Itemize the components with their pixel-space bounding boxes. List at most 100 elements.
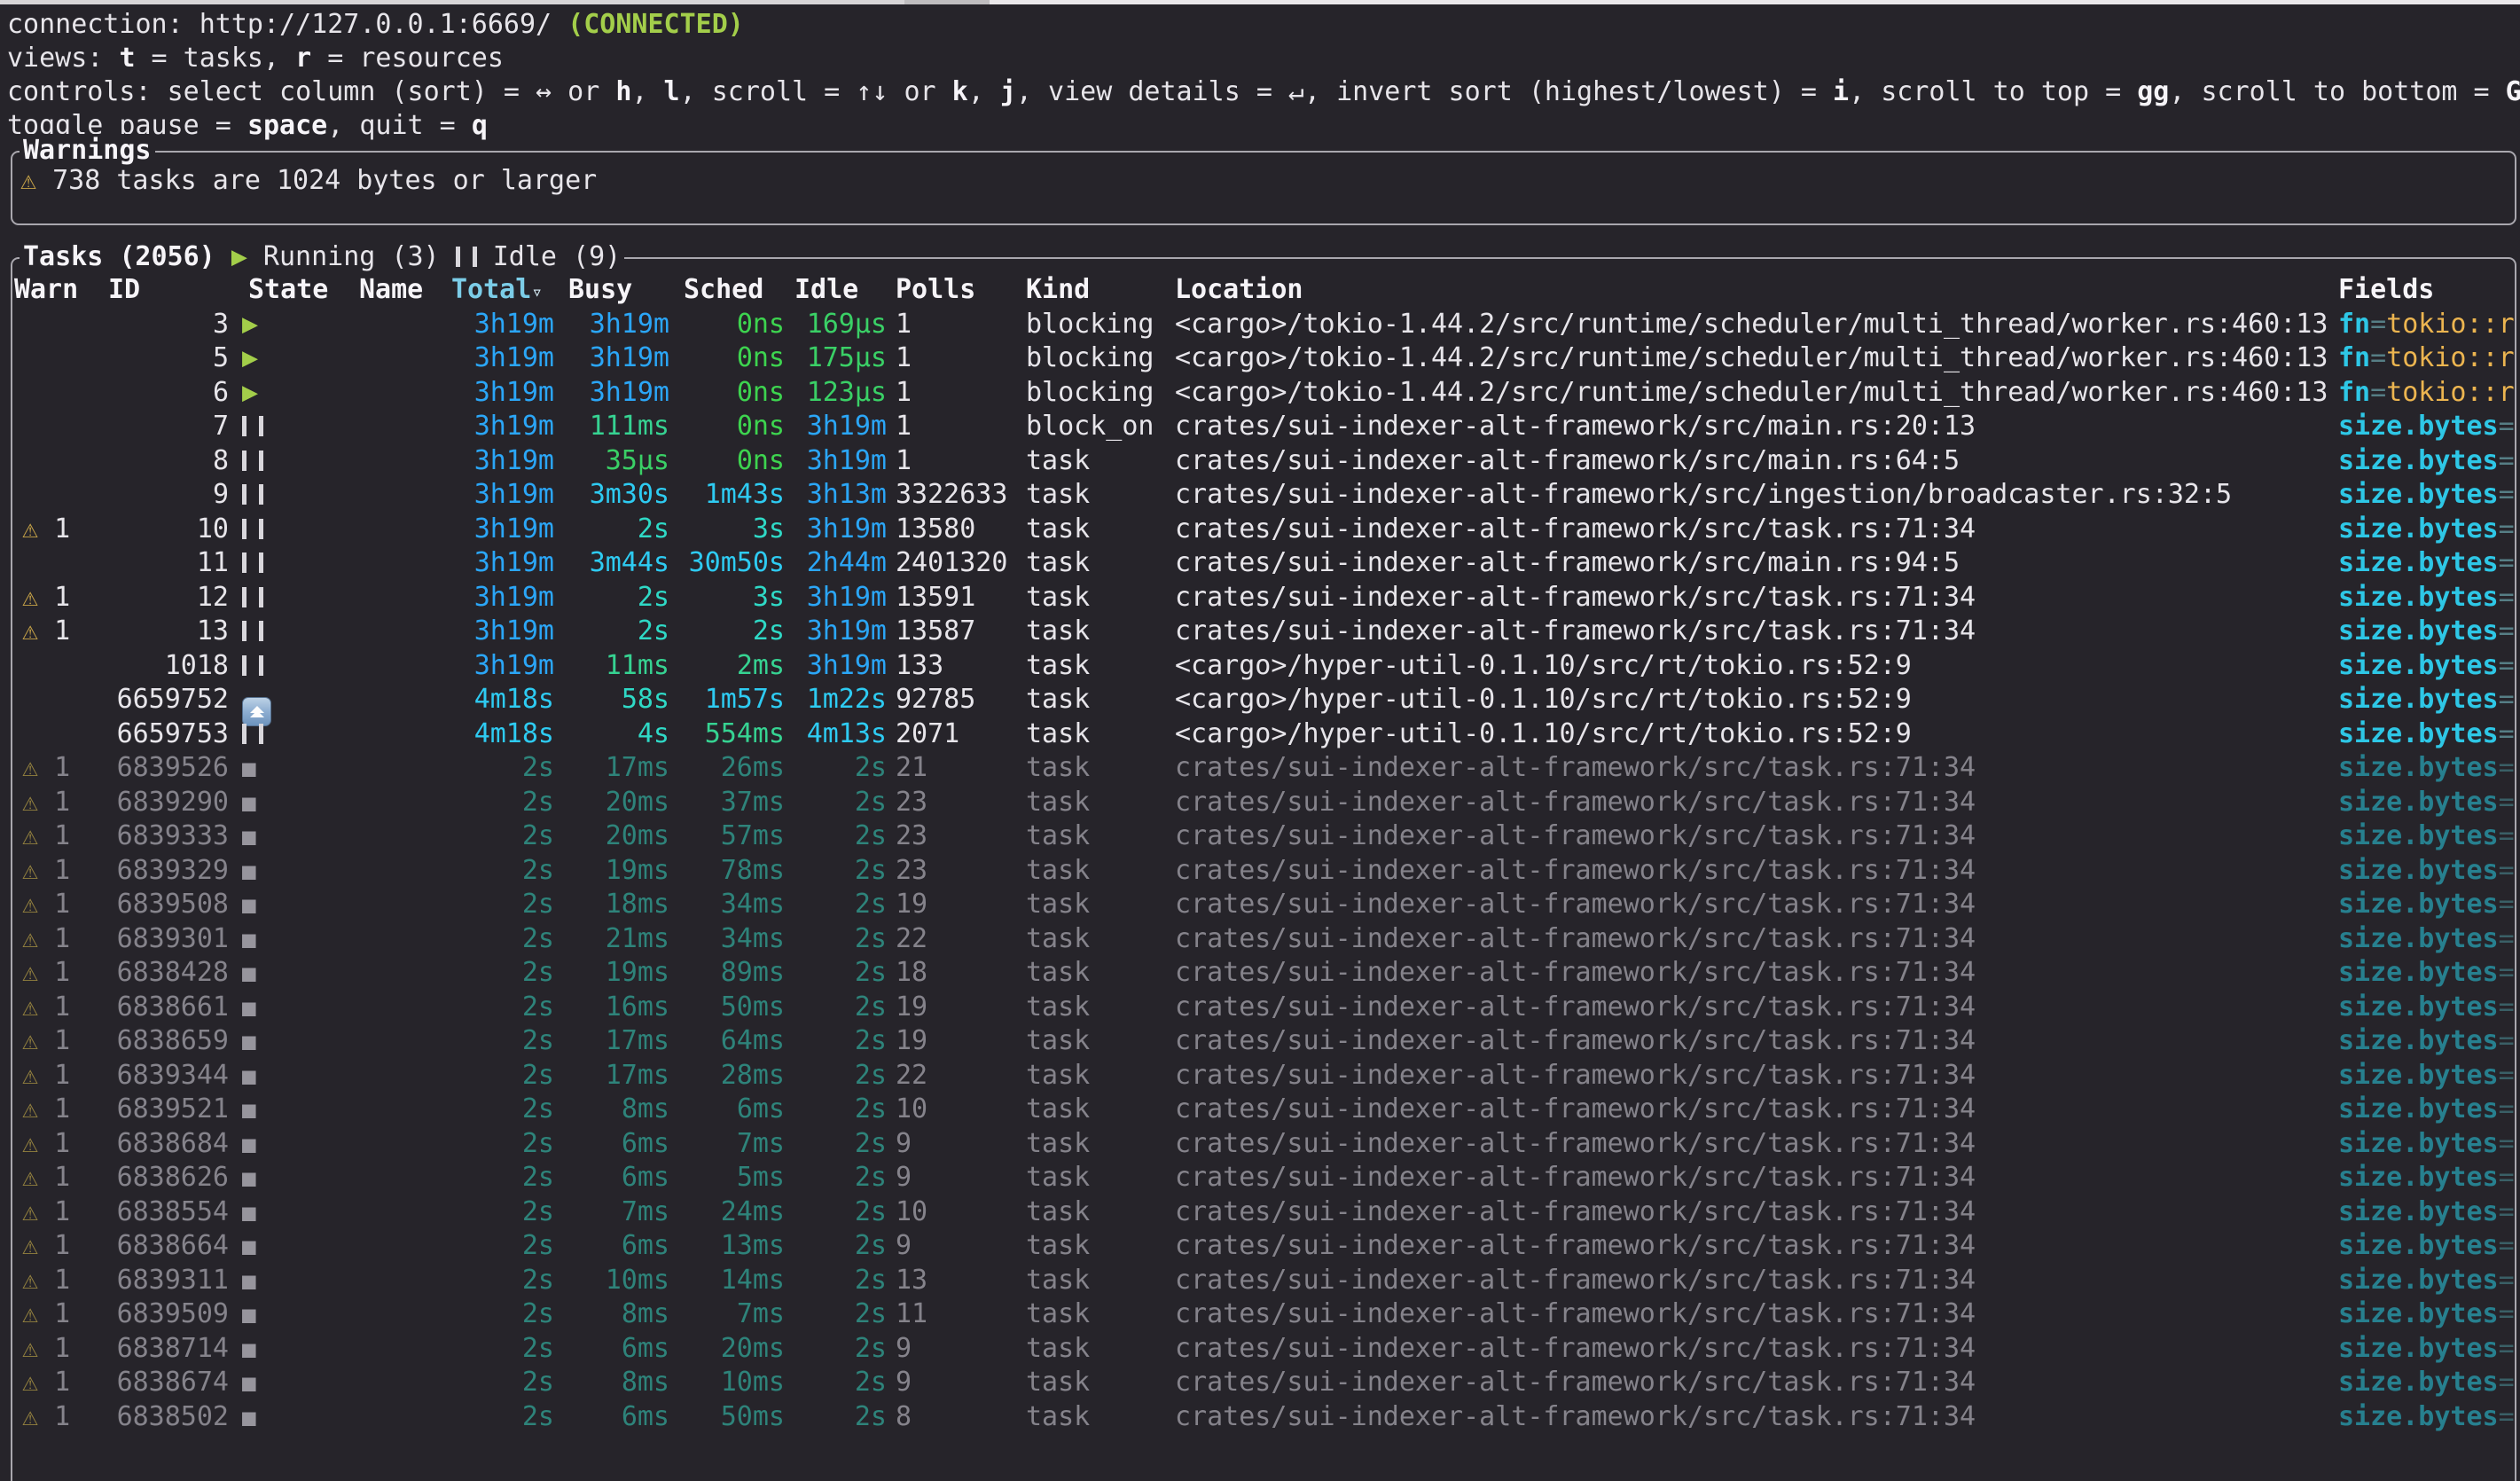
- table-row[interactable]: ⚠ 16839311■2s10ms14ms2s13taskcrates/sui-…: [12, 1264, 2515, 1298]
- cell-total: 4m18s: [451, 717, 554, 752]
- cell-warn: ⚠ 1: [12, 751, 92, 786]
- table-row[interactable]: 10183h19m11ms2ms3h19m133task<cargo>/hype…: [12, 649, 2515, 684]
- text-segment: size.bytes: [2338, 479, 2499, 510]
- cell-state: [229, 615, 359, 649]
- column-header-kind[interactable]: Kind: [1017, 273, 1166, 308]
- table-row[interactable]: ⚠ 1123h19m2s3s3h19m13591taskcrates/sui-i…: [12, 581, 2515, 615]
- cell-id: 6838626: [92, 1161, 229, 1195]
- cell-id: 6839509: [92, 1297, 229, 1332]
- table-row[interactable]: 73h19m111ms0ns3h19m1block_oncrates/sui-i…: [12, 410, 2515, 444]
- cell-polls: 19: [887, 1024, 1017, 1059]
- warning-icon: ⚠: [22, 787, 38, 818]
- column-header-sched[interactable]: Sched: [669, 273, 785, 308]
- table-row[interactable]: 113h19m3m44s30m50s2h44m2401320taskcrates…: [12, 546, 2515, 581]
- table-row[interactable]: ⚠ 16838674■2s8ms10ms2s9taskcrates/sui-in…: [12, 1366, 2515, 1400]
- table-row[interactable]: ⚠ 16838502■2s6ms50ms2s8taskcrates/sui-in…: [12, 1400, 2515, 1435]
- cell-idle: 123µs: [785, 376, 887, 411]
- table-row[interactable]: 83h19m35µs0ns3h19m1taskcrates/sui-indexe…: [12, 444, 2515, 479]
- table-row[interactable]: 5▶3h19m3h19m0ns175µs1blocking<cargo>/tok…: [12, 341, 2515, 376]
- text-segment: size.bytes: [2338, 820, 2499, 851]
- table-row[interactable]: ⚠ 1133h19m2s2s3h19m13587taskcrates/sui-i…: [12, 615, 2515, 649]
- cell-idle: 2s: [785, 1059, 887, 1093]
- table-row[interactable]: ⚠ 16839329■2s19ms78ms2s23taskcrates/sui-…: [12, 854, 2515, 889]
- warning-icon: ⚠: [22, 1162, 38, 1193]
- cell-warn: ⚠ 1: [12, 854, 92, 889]
- table-row[interactable]: ⚠ 16838714■2s6ms20ms2s9taskcrates/sui-in…: [12, 1332, 2515, 1367]
- cell-busy: 4s: [554, 717, 669, 752]
- table-row[interactable]: ⚠ 16838664■2s6ms13ms2s9taskcrates/sui-in…: [12, 1229, 2515, 1264]
- warning-icon: ⚠: [22, 1230, 38, 1261]
- cell-idle: 2s: [785, 819, 887, 854]
- cell-busy: 10ms: [554, 1264, 669, 1298]
- play-icon: ▶: [242, 342, 258, 373]
- cell-total: 2s: [451, 1366, 554, 1400]
- table-row[interactable]: ⚠ 16839508■2s18ms34ms2s19taskcrates/sui-…: [12, 888, 2515, 922]
- warning-count: 1: [38, 1060, 70, 1091]
- table-row[interactable]: ⚠ 16838659■2s17ms64ms2s19taskcrates/sui-…: [12, 1024, 2515, 1059]
- cell-idle: 169µs: [785, 308, 887, 342]
- column-header-polls[interactable]: Polls: [887, 273, 1017, 308]
- play-icon: ▶: [242, 377, 258, 408]
- duration-value: 2s: [855, 1298, 887, 1329]
- column-header-state[interactable]: State: [229, 273, 359, 308]
- table-row[interactable]: ⚠ 16838626■2s6ms5ms2s9taskcrates/sui-ind…: [12, 1161, 2515, 1195]
- warning-count: 1: [38, 1401, 70, 1432]
- table-row[interactable]: ⚠ 16838661■2s16ms50ms2s19taskcrates/sui-…: [12, 991, 2515, 1025]
- table-row[interactable]: ⚠ 16839344■2s17ms28ms2s22taskcrates/sui-…: [12, 1059, 2515, 1093]
- column-header-warn[interactable]: Warn: [12, 273, 92, 308]
- table-row[interactable]: ⚠ 16839333■2s20ms57ms2s23taskcrates/sui-…: [12, 819, 2515, 854]
- text-segment: size.bytes: [2338, 684, 2499, 715]
- cell-fields: size.bytes=: [2329, 888, 2515, 922]
- column-header-total[interactable]: Total▿: [451, 273, 554, 310]
- table-row[interactable]: ⚠ 16839521■2s8ms6ms2s10taskcrates/sui-in…: [12, 1093, 2515, 1127]
- cell-id: 5: [92, 341, 229, 376]
- table-row[interactable]: ⚠ 16839290■2s20ms37ms2s23taskcrates/sui-…: [12, 786, 2515, 820]
- table-row[interactable]: 93h19m3m30s1m43s3h13m3322633taskcrates/s…: [12, 478, 2515, 513]
- column-header-busy[interactable]: Busy: [554, 273, 669, 308]
- table-row[interactable]: ⚠ 16838554■2s7ms24ms2s10taskcrates/sui-i…: [12, 1195, 2515, 1230]
- column-header-fields[interactable]: Fields: [2329, 273, 2515, 308]
- duration-value: 169µs: [807, 309, 887, 340]
- duration-value: 34ms: [721, 923, 785, 954]
- duration-value: 11ms: [606, 650, 669, 681]
- cell-kind: task: [1017, 1366, 1166, 1400]
- table-row[interactable]: ⚠ 16838684■2s6ms7ms2s9taskcrates/sui-ind…: [12, 1127, 2515, 1162]
- cell-total: 2s: [451, 786, 554, 820]
- table-row[interactable]: ⚠ 16839526■2s17ms26ms2s21taskcrates/sui-…: [12, 751, 2515, 786]
- duration-value: 4m18s: [474, 718, 554, 749]
- toggle-pause-line: toggle pause = space, quit = q: [7, 109, 2520, 143]
- column-header-idle[interactable]: Idle: [785, 273, 887, 308]
- cell-sched: 13ms: [669, 1229, 785, 1264]
- cell-id: 6839344: [92, 1059, 229, 1093]
- table-row[interactable]: 66597534m18s4s554ms4m13s2071task<cargo>/…: [12, 717, 2515, 752]
- text-segment: =: [2499, 991, 2515, 1023]
- cell-idle: 2h44m: [785, 546, 887, 581]
- table-row[interactable]: 66597524m18s58s1m57s1m22s92785task<cargo…: [12, 683, 2515, 717]
- table-row[interactable]: ⚠ 16838428■2s19ms89ms2s18taskcrates/sui-…: [12, 956, 2515, 991]
- duration-value: 2s: [522, 820, 554, 851]
- cell-location: crates/sui-indexer-alt-framework/src/tas…: [1166, 1332, 2329, 1367]
- cell-idle: 2s: [785, 1297, 887, 1332]
- table-row[interactable]: 3▶3h19m3h19m0ns169µs1blocking<cargo>/tok…: [12, 308, 2515, 342]
- warning-icon: ⚠: [22, 889, 38, 920]
- cell-location: crates/sui-indexer-alt-framework/src/tas…: [1166, 1093, 2329, 1127]
- duration-value: 24ms: [721, 1196, 785, 1227]
- cell-idle: 175µs: [785, 341, 887, 376]
- column-header-name[interactable]: Name: [359, 273, 451, 308]
- duration-value: 18ms: [606, 889, 669, 920]
- cell-total: 3h19m: [451, 649, 554, 684]
- cell-busy: 2s: [554, 513, 669, 547]
- cell-sched: 28ms: [669, 1059, 785, 1093]
- warning-count: 1: [38, 923, 70, 954]
- cell-busy: 17ms: [554, 751, 669, 786]
- cell-id: 6838554: [92, 1195, 229, 1230]
- column-header-loc[interactable]: Location: [1166, 273, 2329, 308]
- table-row[interactable]: ⚠ 16839509■2s8ms7ms2s11taskcrates/sui-in…: [12, 1297, 2515, 1332]
- cell-warn: ⚠ 1: [12, 888, 92, 922]
- table-row[interactable]: ⚠ 16839301■2s21ms34ms2s22taskcrates/sui-…: [12, 922, 2515, 957]
- duration-value: 3h19m: [590, 377, 669, 408]
- table-row[interactable]: ⚠ 1103h19m2s3s3h19m13580taskcrates/sui-i…: [12, 513, 2515, 547]
- cell-state: [229, 513, 359, 547]
- table-row[interactable]: 6▶3h19m3h19m0ns123µs1blocking<cargo>/tok…: [12, 376, 2515, 411]
- column-header-id[interactable]: ID: [92, 273, 229, 308]
